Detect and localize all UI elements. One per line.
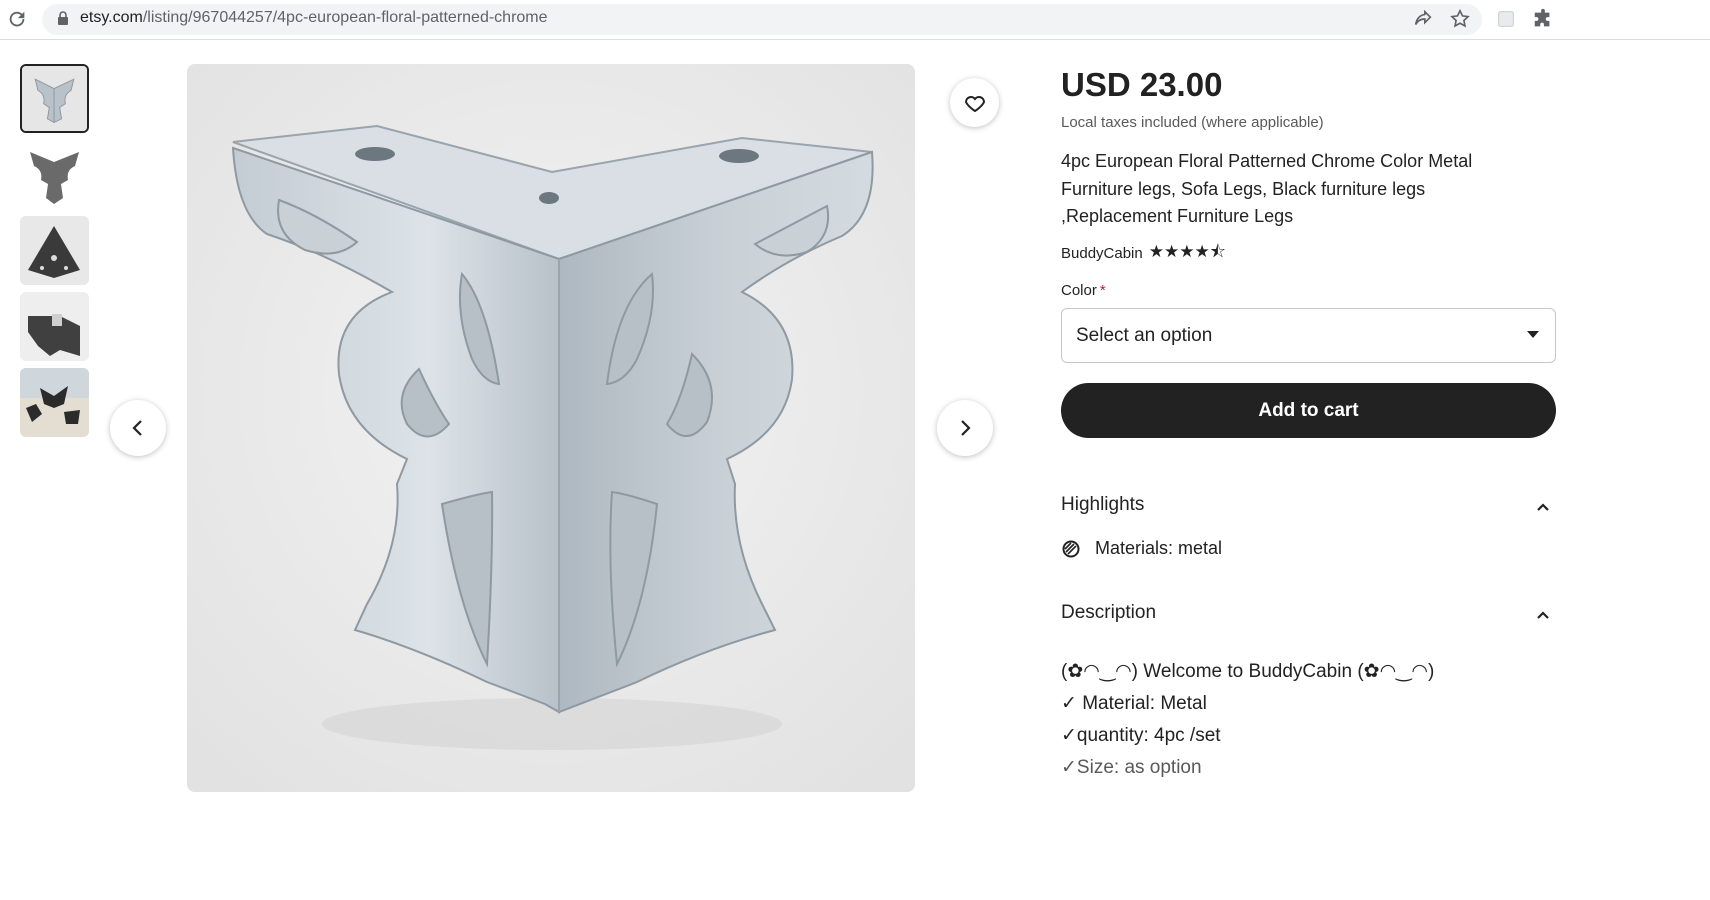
select-placeholder: Select an option	[1076, 325, 1213, 346]
color-label: Color *	[1061, 282, 1106, 299]
description-line: ✓ Material: Metal	[1061, 693, 1207, 714]
chevron-up-icon	[1537, 611, 1549, 619]
next-image-button[interactable]	[937, 400, 993, 456]
extension-icon[interactable]	[1495, 8, 1517, 30]
share-icon[interactable]	[1412, 8, 1434, 30]
description-line: ✓quantity: 4pc /set	[1061, 725, 1221, 746]
thumbnail-3[interactable]	[20, 216, 89, 285]
thumbnail-5[interactable]	[20, 368, 89, 437]
listing-title: 4pc European Floral Patterned Chrome Col…	[1061, 151, 1473, 226]
tax-note: Local taxes included (where applicable)	[1061, 114, 1324, 131]
add-to-cart-button[interactable]: Add to cart	[1061, 383, 1556, 438]
materials-icon	[1062, 540, 1080, 557]
shop-name-link[interactable]: BuddyCabin	[1061, 245, 1143, 262]
url-text[interactable]: etsy.com/listing/967044257/4pc-european-…	[80, 9, 548, 27]
thumbnail-2[interactable]	[20, 140, 89, 209]
shop-info: BuddyCabin ★★★★⯪	[1061, 239, 1226, 268]
description-line: ✓Size: as option	[1061, 757, 1202, 778]
highlights-heading: Highlights	[1061, 494, 1145, 515]
description-heading: Description	[1061, 602, 1157, 623]
puzzle-icon[interactable]	[1532, 8, 1554, 30]
browser-toolbar: etsy.com/listing/967044257/4pc-european-…	[0, 0, 1710, 40]
rating-stars[interactable]: ★★★★⯪	[1149, 239, 1226, 268]
previous-image-button[interactable]	[110, 400, 166, 456]
bookmark-star-icon[interactable]	[1449, 8, 1471, 30]
thumbnail-1[interactable]	[20, 64, 89, 133]
price: USD 23.00	[1061, 66, 1223, 103]
heart-icon	[964, 95, 985, 112]
highlight-text: Materials: metal	[1095, 538, 1223, 558]
chevron-right-icon	[961, 420, 971, 436]
caret-down-icon	[1527, 331, 1539, 338]
main-product-image[interactable]	[187, 64, 915, 792]
furniture-leg-image	[187, 64, 915, 792]
description-line: (✿◠‿◠) Welcome to BuddyCabin (✿◠‿◠)	[1061, 661, 1435, 682]
chevron-left-icon	[132, 420, 142, 436]
thumbnail-4[interactable]	[20, 292, 89, 361]
highlights-toggle[interactable]: Highlights	[1061, 492, 1556, 522]
lock-icon	[58, 11, 68, 25]
color-select[interactable]: Select an option	[1061, 308, 1556, 363]
description-toggle[interactable]: Description	[1061, 600, 1556, 630]
favorite-button[interactable]	[950, 78, 999, 127]
highlight-materials: Materials: metal	[1061, 538, 1222, 559]
required-marker: *	[1099, 282, 1106, 299]
reload-icon[interactable]	[6, 8, 28, 30]
chevron-up-icon	[1537, 503, 1549, 511]
